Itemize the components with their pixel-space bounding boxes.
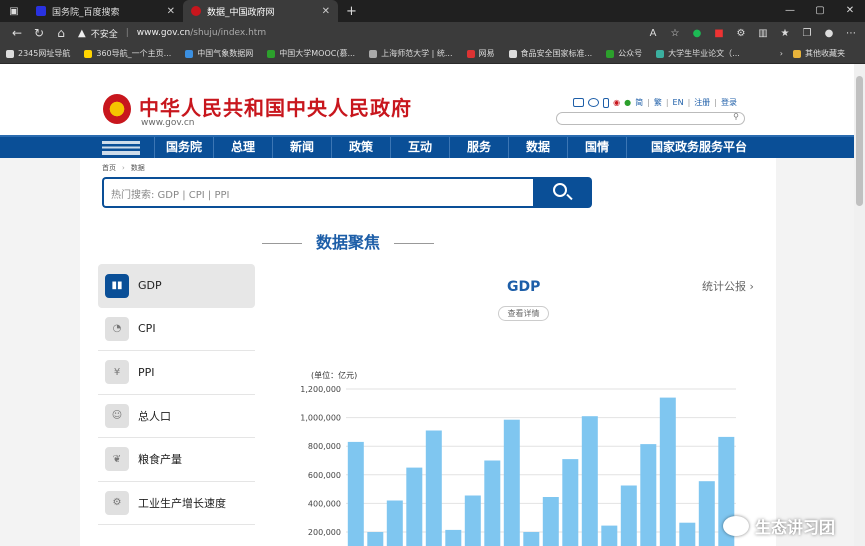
bookmark-item[interactable]: 网易 (466, 48, 495, 59)
minimize-button[interactable]: — (775, 0, 805, 22)
divider: | (125, 28, 129, 38)
wechat-logo-icon (722, 516, 749, 536)
y-tick-label: 400,000 (308, 499, 341, 508)
maximize-button[interactable]: ▢ (805, 0, 835, 22)
favorites-icon[interactable]: ★ (777, 28, 793, 39)
bookmark-label: 网易 (478, 49, 495, 58)
bookmark-label: 中国大学MOOC(慕... (279, 49, 356, 58)
baidu-favicon-icon (36, 6, 46, 16)
bookmark-label: 公众号 (618, 49, 643, 58)
warning-icon: ▲ (78, 27, 86, 39)
other-favorites-folder[interactable]: 其他收藏夹 (793, 48, 845, 59)
toolbar-actions: A ☆ ● ■ ⚙ ▥ ★ ❐ ● ⋯ (645, 28, 859, 39)
y-tick-label: 200,000 (308, 528, 341, 537)
bookmark-item[interactable]: 食品安全国家标准... (508, 48, 593, 59)
browser-toolbar: ← ↻ ⌂ ▲ 不安全 | www.gov.cn /shuju/index.ht… (0, 22, 865, 44)
extensions-icon[interactable]: ⚙ (733, 28, 749, 39)
gdp-bar[interactable] (503, 419, 520, 546)
bookmarks-more-icon[interactable]: › (780, 49, 783, 58)
gdp-bar[interactable] (620, 485, 637, 546)
gdp-bar[interactable] (679, 522, 696, 546)
gdp-bar[interactable] (562, 459, 579, 546)
gdp-bar[interactable] (406, 467, 423, 546)
more-menu-icon[interactable]: ⋯ (843, 28, 859, 39)
bookmark-item[interactable]: 中国大学MOOC(慕... (267, 48, 355, 59)
gdp-bar[interactable] (659, 397, 676, 546)
watermark: 生态讲习团 (722, 514, 835, 538)
bookmark-item[interactable]: 2345网址导航 (6, 48, 70, 59)
y-tick-label: 1,000,000 (300, 414, 341, 423)
tab-title: 数据_中国政府网 (207, 7, 275, 18)
tab-baidu[interactable]: 国务院_百度搜索 ✕ (28, 0, 183, 22)
gov-favicon-icon (191, 6, 201, 16)
tab-gov[interactable]: 数据_中国政府网 ✕ (183, 0, 338, 22)
gdp-bar[interactable] (425, 430, 442, 546)
bookmark-label: 上海师范大学 | 统... (381, 49, 453, 58)
split-screen-icon[interactable]: ▥ (755, 28, 771, 39)
new-tab-button[interactable]: + (346, 4, 357, 19)
scrollbar-thumb[interactable] (856, 76, 863, 206)
collections-icon[interactable]: ❐ (799, 28, 815, 39)
window-controls: — ▢ ✕ (775, 0, 865, 22)
y-tick-label: 800,000 (308, 442, 341, 451)
gdp-bar[interactable] (367, 532, 384, 546)
gdp-bar[interactable] (523, 532, 540, 546)
bookmark-label: 中国气象数据网 (197, 49, 254, 58)
bookmark-item[interactable]: 公众号 (606, 48, 642, 59)
url-path: /shuju/index.htm (190, 28, 267, 38)
page-viewport: 中华人民共和国中央人民政府 www.gov.cn ◉ ● 简 | 繁 | EN | 注… (0, 64, 865, 546)
bookmark-label: 2345网址导航 (18, 49, 71, 58)
gdp-bar[interactable] (601, 525, 618, 546)
read-aloud-icon[interactable]: A (645, 28, 661, 39)
gdp-bar[interactable] (542, 497, 559, 546)
extension-red-icon[interactable]: ■ (711, 28, 727, 39)
watermark-text: 生态讲习团 (754, 518, 835, 537)
bookmark-label: 大学生毕业论文（... (668, 49, 740, 58)
gdp-bar[interactable] (445, 529, 462, 546)
gdp-bar[interactable] (464, 495, 481, 546)
extension-green-icon[interactable]: ● (689, 28, 705, 39)
gdp-bar-chart: (单位：亿元) 1,200,000 1,000,000 800,000 600,000 4… (300, 370, 736, 546)
close-window-button[interactable]: ✕ (835, 0, 865, 22)
address-bar[interactable]: ▲ 不安全 | www.gov.cn /shuju/index.htm (78, 27, 618, 40)
tab-actions-icon[interactable]: ▣ (0, 6, 28, 17)
bookmark-label: 其他收藏夹 (805, 49, 845, 58)
browser-tab-bar: ▣ 国务院_百度搜索 ✕ 数据_中国政府网 ✕ + — ▢ ✕ (0, 0, 865, 22)
security-label: 不安全 (90, 29, 118, 40)
gdp-bar[interactable] (484, 460, 501, 546)
gdp-bar[interactable] (640, 444, 657, 546)
gdp-bar[interactable] (698, 481, 715, 546)
y-axis-unit-label: (单位：亿元) (311, 370, 357, 380)
bookmarks-bar: 2345网址导航 360导航_一个主页... 中国气象数据网 中国大学MOOC(… (0, 44, 865, 64)
close-tab-icon[interactable]: ✕ (167, 6, 175, 17)
bookmark-label: 食品安全国家标准... (520, 49, 593, 58)
back-arrow-icon[interactable]: ← (6, 26, 28, 40)
gdp-bar[interactable] (581, 416, 598, 546)
profile-avatar[interactable]: ● (821, 28, 837, 39)
page-scrollbar[interactable] (854, 64, 865, 546)
refresh-icon[interactable]: ↻ (28, 26, 50, 40)
y-tick-label: 1,200,000 (300, 385, 341, 394)
y-tick-label: 600,000 (308, 471, 341, 480)
bookmark-item[interactable]: 上海师范大学 | 统... (369, 48, 453, 59)
home-icon[interactable]: ⌂ (50, 26, 72, 40)
tab-title: 国务院_百度搜索 (52, 7, 120, 18)
gdp-bar[interactable] (347, 441, 364, 546)
favorite-star-icon[interactable]: ☆ (667, 28, 683, 39)
bookmark-item[interactable]: 中国气象数据网 (185, 48, 253, 59)
close-tab-icon[interactable]: ✕ (322, 6, 330, 17)
gdp-bar[interactable] (386, 500, 403, 546)
bookmark-label: 360导航_一个主页... (96, 49, 172, 58)
bookmark-item[interactable]: 大学生毕业论文（... (656, 48, 740, 59)
url-host: www.gov.cn (136, 28, 191, 38)
bookmark-item[interactable]: 360导航_一个主页... (84, 48, 171, 59)
